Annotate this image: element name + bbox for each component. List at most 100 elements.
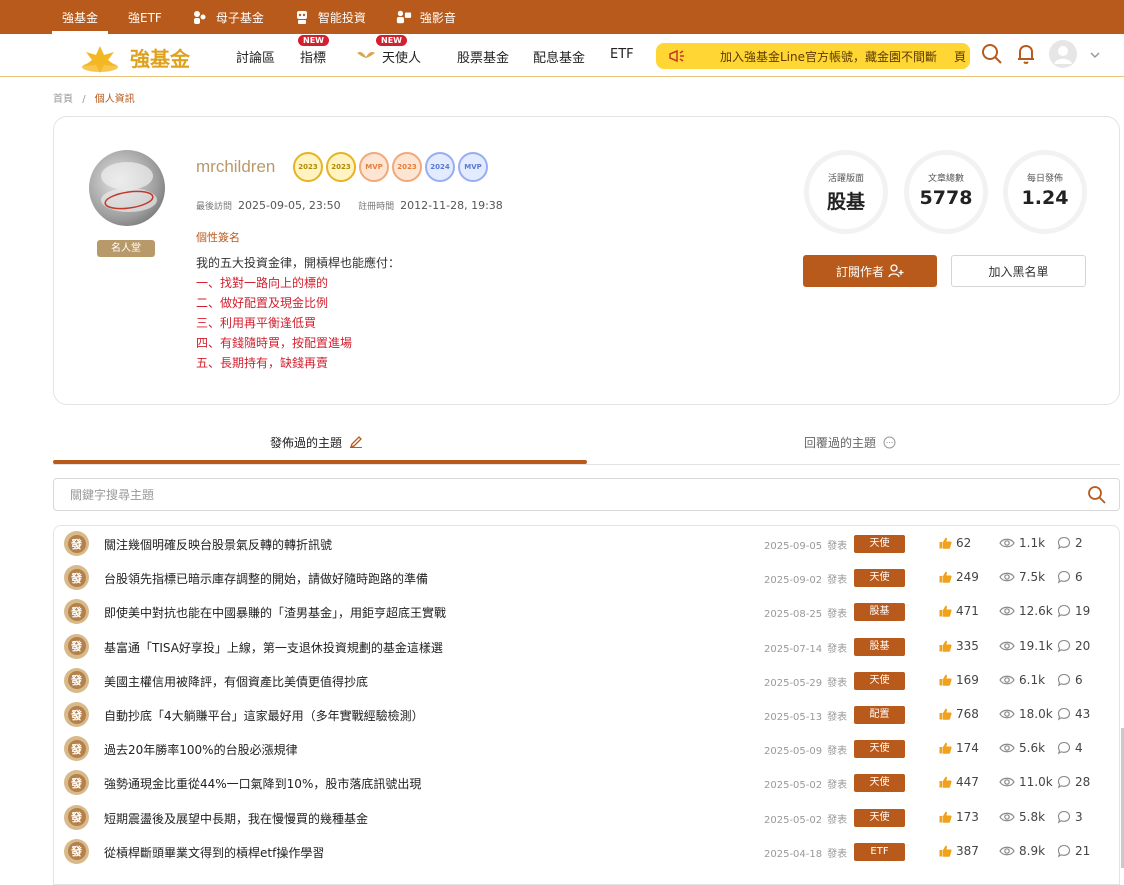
eye-icon <box>999 778 1015 787</box>
nav-indicators[interactable]: NEW 指標 <box>298 35 329 66</box>
tab-replied-topics[interactable]: 回覆過的主題 <box>804 434 896 451</box>
post-category-tag[interactable]: ETF <box>854 842 905 861</box>
post-category-tag[interactable]: 股基 <box>854 637 905 656</box>
post-row[interactable]: 發 強勢通現金比重從44%一口氣降到10%，股市落底訊號出現 2025-05-02 發… <box>54 766 1119 800</box>
thumbs-up-icon <box>939 777 952 789</box>
topbar-item-qiangjijin[interactable]: 強基金 <box>51 0 109 34</box>
post-category-tag[interactable]: 天使 <box>854 808 905 827</box>
post-title[interactable]: 台股領先指標已暗示庫存調整的開始，請做好隨時跑路的準備 <box>104 570 428 587</box>
line-promo-banner[interactable]: 加入強基金Line官方帳號，藏金園不間斷 頁 <box>656 43 970 69</box>
post-date-suffix: 發表 <box>827 746 848 758</box>
breadcrumb-current: 個人資訊 <box>94 94 135 105</box>
breadcrumb-home[interactable]: 首頁 <box>53 94 73 105</box>
post-category-tag[interactable]: 天使 <box>854 535 905 553</box>
post-type-icon: 發 <box>64 633 89 659</box>
post-title[interactable]: 過去20年勝率100%的台股必漲規律 <box>104 741 298 758</box>
thumbs-up-icon <box>939 537 952 549</box>
bell-icon[interactable] <box>1014 42 1038 66</box>
stat-label: 文章總數 <box>927 174 964 184</box>
thumbs-up-icon <box>939 674 952 686</box>
chevron-down-icon[interactable] <box>1088 48 1102 62</box>
stat-value: 5778 <box>919 187 973 209</box>
thumbs-up-icon <box>939 640 952 652</box>
topbar-item-video[interactable]: 強影音 <box>396 0 456 34</box>
post-row[interactable]: 發 從槓桿斷頭畢業文得到的槓桿etf操作學習 2025-04-18 發表 ETF 387 8… <box>54 835 1119 869</box>
post-date: 2025-05-29 發表 <box>764 674 847 689</box>
post-likes: 62 <box>939 536 971 550</box>
post-category-tag[interactable]: 股基 <box>854 603 905 622</box>
post-comments-count: 6 <box>1075 570 1083 585</box>
signature-line: 我的五大投資金律，開槓桿也能應付： <box>196 256 401 270</box>
post-likes: 173 <box>939 810 979 824</box>
subscribe-author-button[interactable]: 訂閱作者 <box>803 255 937 287</box>
post-title[interactable]: 從槓桿斷頭畢業文得到的槓桿etf操作學習 <box>104 844 324 861</box>
signature-line: 一、找對一路向上的標的 <box>196 276 329 290</box>
post-title[interactable]: 關注幾個明確反映台股景氣反轉的轉折訊號 <box>104 536 332 553</box>
topbar-item-smart[interactable]: 智能投資 <box>294 0 366 34</box>
avatar-image <box>101 162 157 212</box>
post-date-suffix: 發表 <box>827 712 848 723</box>
post-category-tag[interactable]: 天使 <box>854 740 905 759</box>
post-category-tag[interactable]: 天使 <box>854 569 905 588</box>
add-blacklist-button[interactable]: 加入黑名單 <box>951 255 1086 287</box>
search-icon[interactable] <box>980 42 1004 66</box>
chat-bubble-icon <box>883 436 896 449</box>
post-comments-count: 19 <box>1075 604 1091 619</box>
post-title[interactable]: 美國主權信用被降評，有個資產比美債更值得抄底 <box>104 673 368 690</box>
post-row[interactable]: 發 基富通「TISA好享投」上線，第一支退休投資規劃的基金這樣選 2025-07-1… <box>54 630 1119 664</box>
post-row[interactable]: 發 即使美中對抗也能在中國暴賺的「渣男基金」，用鉅亨超底王實戰 2025-08-25… <box>54 595 1119 629</box>
post-date-value: 2025-04-18 <box>764 848 823 860</box>
medal-icon: 2023 <box>392 152 422 182</box>
search-icon[interactable] <box>1087 485 1107 505</box>
post-category-tag[interactable]: 天使 <box>854 774 905 793</box>
comment-icon <box>1057 673 1071 687</box>
post-date: 2025-05-02 發表 <box>764 811 847 826</box>
eye-icon <box>999 709 1015 719</box>
post-category-tag[interactable]: 配置 <box>854 706 905 724</box>
topbar-item-qiangetf[interactable]: 強ETF <box>128 0 162 34</box>
post-row[interactable]: 發 短期震盪後及展望中長期，我在慢慢買的幾種基金 2025-05-02 發表 天使 173… <box>54 801 1119 835</box>
post-date-value: 2025-07-14 <box>764 643 823 655</box>
thumbs-up-icon <box>939 708 952 720</box>
post-row[interactable]: 發 自動抄底「4大躺賺平台」這家最好用（多年實戰經驗檢測） 2025-05-13 發表… <box>54 698 1119 732</box>
eye-icon <box>999 812 1015 821</box>
post-date-suffix: 發表 <box>827 780 848 792</box>
nav-forum[interactable]: 討論區 <box>236 47 275 66</box>
post-type-icon: 發 <box>64 804 89 830</box>
post-row[interactable]: 發 美國主權信用被降評，有個資產比美債更值得抄底 2025-05-29 發表 天使 169… <box>54 664 1119 698</box>
site-logo[interactable]: 強基金 <box>70 40 202 74</box>
comment-icon <box>1057 776 1071 789</box>
post-title[interactable]: 短期震盪後及展望中長期，我在慢慢買的幾種基金 <box>104 810 368 827</box>
post-date-value: 2025-05-02 <box>764 780 823 792</box>
post-title[interactable]: 基富通「TISA好享投」上線，第一支退休投資規劃的基金這樣選 <box>104 639 443 656</box>
user-avatar-icon[interactable] <box>1048 39 1078 69</box>
nav-angels[interactable]: NEW 天使人 <box>356 35 421 66</box>
stat-label: 每日發佈 <box>1026 174 1063 184</box>
post-title[interactable]: 即使美中對抗也能在中國暴賺的「渣男基金」，用鉅亨超底王實戰 <box>104 604 446 621</box>
eye-icon <box>999 641 1015 650</box>
topbar-item-muzi[interactable]: 母子基金 <box>192 0 264 34</box>
thumbs-up-icon <box>939 571 952 583</box>
profile-meta: 最後訪問 2025-09-05, 23:50 註冊時間 2012-11-28, 19… <box>196 199 503 212</box>
nav-dividend-funds[interactable]: 配息基金 <box>533 47 585 66</box>
topic-search-input[interactable] <box>54 479 1014 510</box>
post-title[interactable]: 強勢通現金比重從44%一口氣降到10%，股市落底訊號出現 <box>104 775 421 792</box>
comment-icon <box>1057 571 1071 584</box>
nav-etf[interactable]: ETF <box>610 47 634 62</box>
topbar-item-label: 母子基金 <box>215 10 264 25</box>
post-row[interactable]: 發 關注幾個明確反映台股景氣反轉的轉折訊號 2025-09-05 發表 天使 62 1.1k… <box>54 527 1119 561</box>
post-title[interactable]: 自動抄底「4大躺賺平台」這家最好用（多年實戰經驗檢測） <box>104 707 424 724</box>
hall-of-fame-badge: 名人堂 <box>97 240 155 257</box>
tab-posted-topics[interactable]: 發佈過的主題 <box>270 434 363 451</box>
post-type-icon: 發 <box>64 702 89 727</box>
post-type-label: 發 <box>67 705 86 724</box>
post-row[interactable]: 發 台股領先指標已暗示庫存調整的開始，請做好隨時跑路的準備 2025-09-02 發表… <box>54 561 1119 595</box>
signature-label: 個性簽名 <box>196 231 240 244</box>
post-date-value: 2025-05-02 <box>764 814 823 826</box>
post-category-tag[interactable]: 天使 <box>854 671 905 690</box>
sun-logo-icon: 強基金 <box>82 46 191 73</box>
stat-value: 1.24 <box>1021 187 1069 209</box>
nav-stock-funds[interactable]: 股票基金 <box>457 47 509 66</box>
post-type-icon: 發 <box>64 736 89 762</box>
post-row[interactable]: 發 過去20年勝率100%的台股必漲規律 2025-05-09 發表 天使 174 5.6k… <box>54 732 1119 766</box>
